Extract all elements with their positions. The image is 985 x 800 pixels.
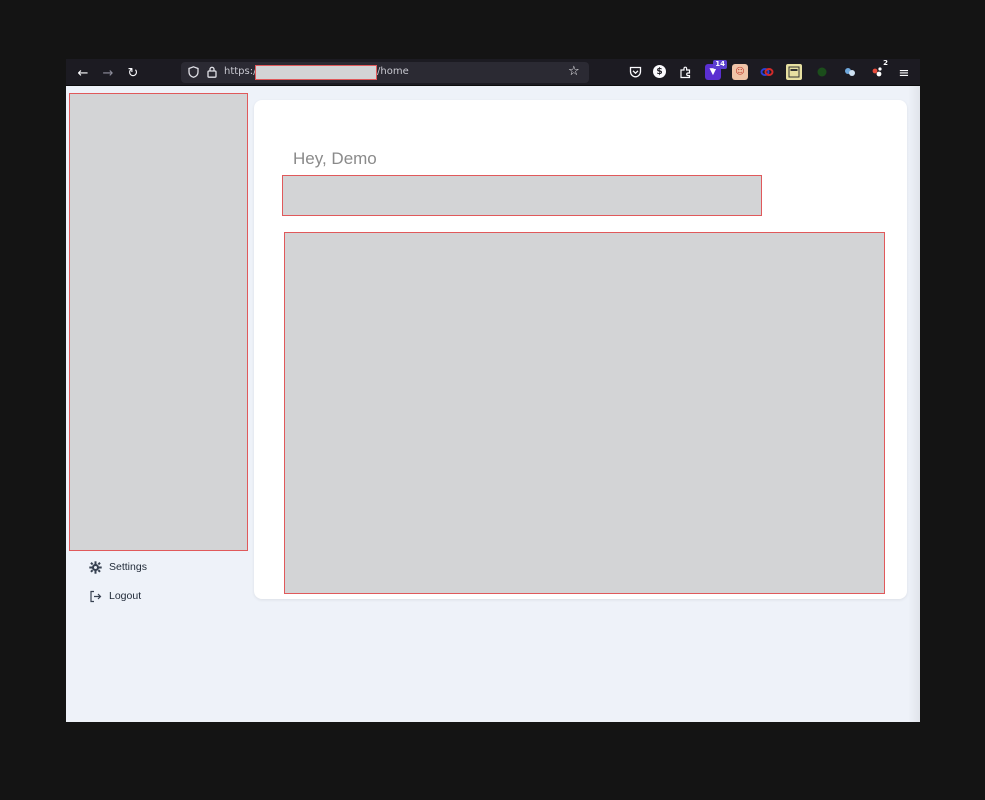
forward-button[interactable]: → — [98, 63, 118, 83]
shield-icon[interactable] — [186, 65, 200, 79]
redacted-region-content — [284, 232, 885, 594]
green-extension-icon[interactable] — [814, 64, 830, 80]
url-redaction — [255, 65, 377, 80]
dollar-extension-icon[interactable]: $ — [653, 65, 666, 78]
extension-badge-count: 14 — [713, 60, 727, 69]
purple-extension-icon[interactable]: ▼ 14 — [705, 60, 727, 80]
face-extension-icon[interactable]: ☺ — [732, 64, 748, 80]
url-path: /home — [377, 66, 409, 77]
pocket-icon[interactable] — [627, 64, 643, 80]
reload-button[interactable]: ↻ — [123, 63, 143, 83]
back-button[interactable]: ← — [73, 63, 93, 83]
main-card: Hey, Demo — [254, 100, 907, 599]
bookmark-star-icon[interactable]: ☆ — [568, 64, 580, 79]
puzzle-extension-icon[interactable] — [677, 64, 693, 80]
blue-extension-icon[interactable] — [842, 64, 858, 80]
gear-icon — [88, 560, 102, 574]
logout-label: Logout — [109, 590, 142, 602]
url-bar[interactable]: https:// /home ☆ — [181, 62, 589, 83]
browser-window: ← → ↻ https:// /home ☆ $ ▼ 14 ☺ 2 ≡ Sett… — [66, 59, 920, 722]
scroll-shadow — [908, 86, 920, 722]
settings-link[interactable]: Settings — [88, 558, 147, 576]
extension-badge-count: 2 — [883, 59, 888, 67]
menu-button[interactable]: ≡ — [894, 63, 914, 83]
red-blue-extension-icon[interactable] — [759, 64, 775, 80]
redacted-region-header — [282, 175, 762, 216]
sidebar-redacted-region — [69, 93, 248, 551]
browser-toolbar: ← → ↻ https:// /home ☆ $ ▼ 14 ☺ 2 ≡ — [66, 59, 920, 86]
yellow-extension-icon[interactable] — [786, 64, 802, 80]
greeting-heading: Hey, Demo — [293, 149, 377, 168]
lock-icon[interactable] — [205, 65, 219, 79]
logout-icon — [88, 589, 102, 603]
logout-link[interactable]: Logout — [88, 587, 141, 605]
settings-label: Settings — [109, 561, 147, 573]
dots-extension-icon[interactable]: 2 — [870, 59, 888, 80]
